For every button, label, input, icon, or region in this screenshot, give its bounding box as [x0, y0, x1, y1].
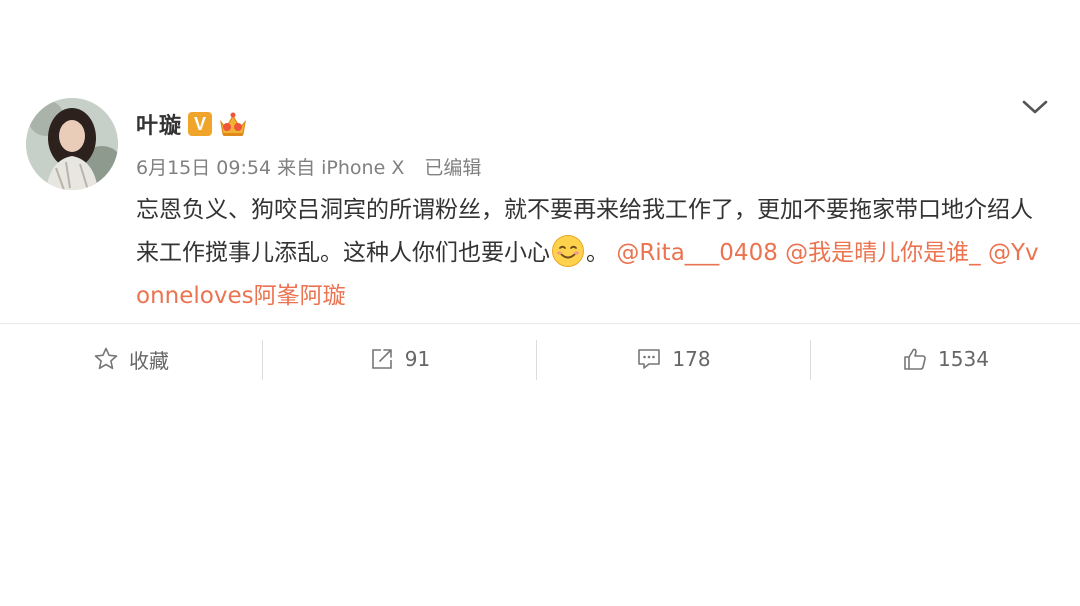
source: 来自 iPhone X	[277, 157, 405, 179]
timestamp[interactable]: 6月15日 09:54	[136, 153, 271, 180]
mention-link[interactable]: @Rita___0408	[616, 240, 778, 266]
comment-icon	[638, 349, 661, 369]
smile-emoji-icon	[552, 235, 584, 267]
avatar-image	[26, 98, 118, 190]
mention-link[interactable]: @我是晴儿你是谁_	[785, 240, 981, 266]
action-bar: 收藏 91 178 1534	[0, 338, 1080, 380]
edited-label[interactable]: 已编辑	[424, 153, 481, 180]
like-button[interactable]: 1534	[811, 338, 1080, 380]
post-content: 忘恩负义、狗咬吕洞宾的所谓粉丝，就不要再来给我工作了，更加不要拖家带口地介绍人来…	[136, 189, 1046, 318]
like-count: 1534	[938, 347, 989, 371]
comment-button[interactable]: 178	[537, 338, 810, 380]
favorite-label: 收藏	[129, 348, 169, 373]
comment-count: 178	[672, 347, 711, 371]
thumbs-up-icon	[904, 348, 926, 370]
avatar[interactable]	[26, 98, 118, 190]
post-meta: 6月15日 09:54 来自 iPhone X 已编辑	[136, 153, 481, 180]
user-header: 叶璇 V	[136, 106, 248, 142]
verified-badge-icon: V	[188, 112, 213, 136]
repost-icon	[371, 349, 392, 369]
repost-button[interactable]: 91	[263, 338, 536, 380]
chevron-down-icon[interactable]	[1018, 92, 1052, 122]
weibo-post: 叶璇 V 6月15日 09:54 来自 iPhone X 已编辑 忘恩负义、狗咬…	[0, 0, 1080, 606]
post-text-end: 。	[586, 240, 609, 266]
divider	[0, 323, 1080, 324]
star-icon	[94, 347, 118, 370]
crown-icon	[220, 112, 246, 136]
username[interactable]: 叶璇	[136, 108, 182, 140]
repost-count: 91	[404, 347, 431, 371]
favorite-button[interactable]: 收藏	[0, 338, 262, 380]
